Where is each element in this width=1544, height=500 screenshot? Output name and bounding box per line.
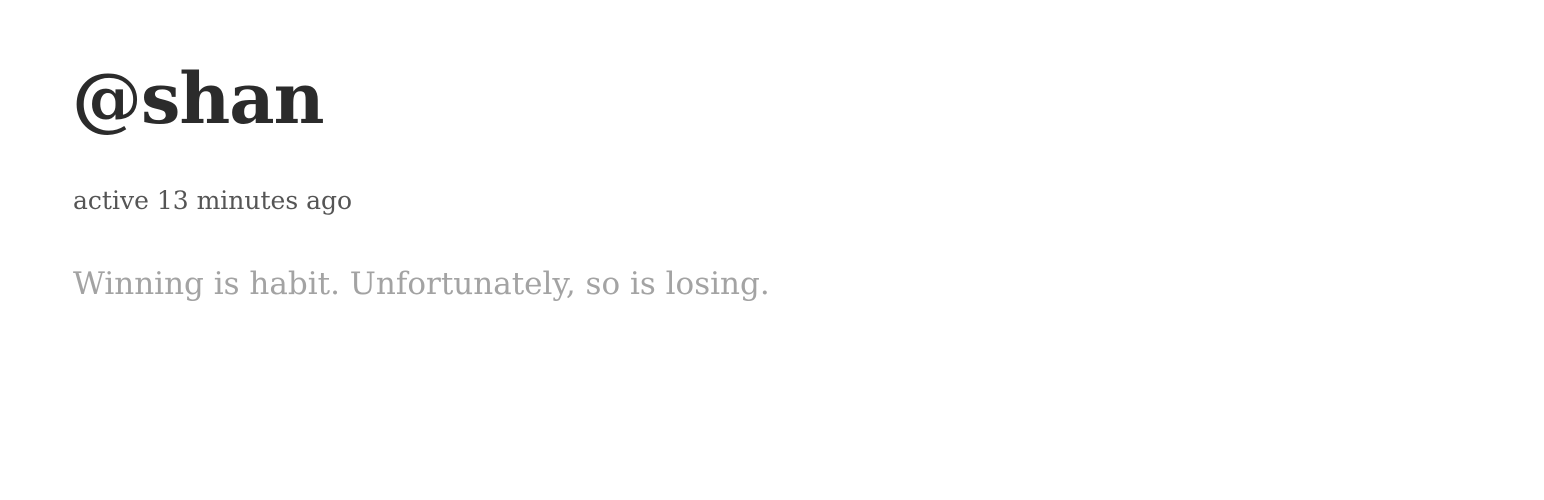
last-active-status: active 13 minutes ago [73, 186, 353, 215]
profile-bio: Winning is habit. Unfortunately, so is l… [73, 266, 770, 302]
profile-header: @shan active 13 minutes ago Winning is h… [0, 0, 1544, 500]
profile-username: @shan [72, 57, 325, 140]
